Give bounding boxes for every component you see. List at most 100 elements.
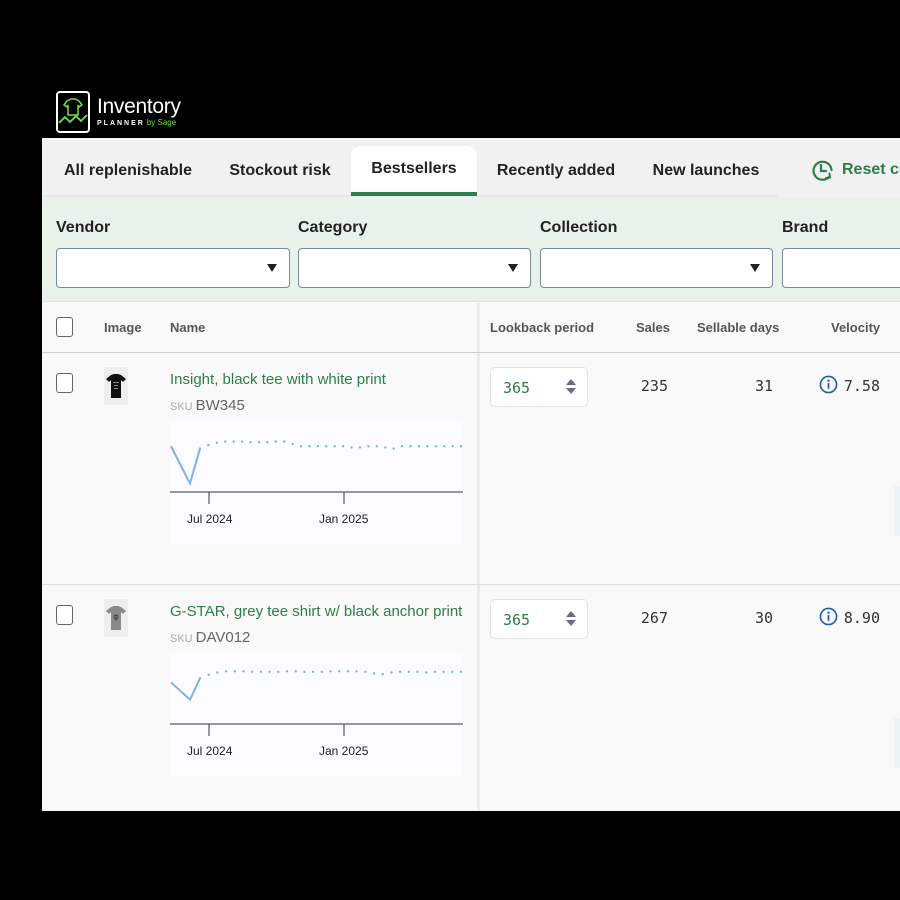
stepper-up-icon[interactable] (566, 611, 576, 617)
vendor-select[interactable] (56, 248, 290, 288)
info-icon[interactable] (819, 375, 838, 394)
sparkline-point (417, 445, 421, 448)
sales-sparkline: Jul 2024 Jan 2025 (170, 420, 463, 545)
sellable-days-value: 30 (754, 609, 773, 627)
column-sellable-days[interactable]: Sellable days (697, 320, 779, 335)
sparkline-point (316, 445, 320, 448)
sparkline-point (451, 445, 454, 448)
row-checkbox[interactable] (56, 605, 73, 625)
product-name-link[interactable]: Insight, black tee with white print (170, 371, 386, 388)
sparkline-point (311, 670, 315, 674)
products-table: Image Name Lookback period Sales Sellabl… (42, 303, 900, 811)
sparkline-point (198, 677, 202, 680)
sparkline-point (303, 670, 306, 674)
sparkline-point (364, 670, 367, 674)
velocity-value: 7.58 (843, 377, 880, 395)
category-select[interactable] (298, 248, 531, 288)
product-name-link[interactable]: G-STAR, grey tee shirt w/ black anchor p… (170, 603, 462, 620)
sparkline-point (459, 670, 463, 674)
tab-new-launches[interactable]: New launches (646, 146, 766, 196)
sparkline-point (426, 445, 429, 448)
sparkline-point (442, 670, 445, 674)
sparkline-point (207, 443, 210, 447)
tab-bestsellers[interactable]: Bestsellers (351, 146, 477, 196)
info-icon[interactable] (819, 607, 838, 626)
sparkline-point (320, 670, 323, 674)
chevron-down-icon (508, 264, 518, 272)
column-velocity[interactable]: Velocity (831, 320, 880, 335)
product-thumbnail[interactable] (104, 599, 128, 637)
logo-subtitle-text: PLANNER (97, 120, 145, 127)
sparkline-point (434, 445, 437, 448)
column-name[interactable]: Name (170, 320, 205, 335)
sales-value: 235 (640, 377, 668, 395)
sparkline-point (282, 440, 286, 443)
logo-by-sage: by Sage (146, 118, 177, 127)
sparkline-point (285, 670, 289, 673)
x-tick-label: Jul 2024 (187, 512, 233, 526)
black-tee-icon (106, 374, 126, 398)
sku-label: SKU (170, 401, 193, 413)
sparkline-point (233, 670, 236, 673)
product-thumbnail[interactable] (104, 367, 128, 405)
grey-tee-icon (106, 606, 126, 630)
sparkline-point (249, 440, 252, 444)
chevron-down-icon (750, 264, 760, 272)
sparkline-point (416, 670, 419, 674)
sales-value: 267 (640, 609, 668, 627)
row-checkbox[interactable] (56, 373, 73, 393)
stepper-up-icon[interactable] (566, 379, 576, 385)
sparkline-point (240, 440, 244, 443)
sparkline-point (198, 447, 202, 450)
x-tick-label: Jan 2025 (319, 744, 369, 758)
sparkline-point (308, 445, 311, 448)
row-side-indicator (894, 718, 900, 768)
brand-select[interactable] (782, 248, 900, 288)
tab-recently-added[interactable]: Recently added (490, 146, 622, 196)
sales-sparkline: Jul 2024 Jan 2025 (170, 652, 463, 777)
sparkline-point (375, 445, 379, 448)
tab-stockout-risk[interactable]: Stockout risk (222, 146, 338, 196)
lookback-value: 365 (503, 379, 531, 397)
product-sku: SKU DAV012 (170, 629, 250, 647)
chevron-down-icon (267, 264, 277, 272)
sparkline-point (291, 442, 294, 446)
tab-all-replenishable[interactable]: All replenishable (56, 146, 200, 196)
sparkline-point (407, 670, 410, 674)
lookback-period-stepper[interactable]: 365 (490, 599, 588, 639)
sparkline-point (350, 446, 353, 449)
sparkline-point (341, 445, 345, 448)
inventory-planner-logo[interactable]: Inventory PLANNER by Sage (56, 91, 181, 133)
column-sales[interactable]: Sales (636, 320, 670, 335)
sparkline-point (442, 445, 446, 448)
sparkline-point (329, 670, 332, 673)
sparkline-point (392, 447, 395, 450)
sparkline-point (355, 670, 358, 673)
stepper-down-icon[interactable] (566, 388, 576, 394)
vendor-label: Vendor (56, 219, 111, 236)
brand-label: Brand (782, 219, 829, 236)
sparkline-point (384, 446, 387, 449)
sparkline-point (294, 670, 297, 673)
logo-title: Inventory (97, 95, 181, 118)
filters-bar: Vendor Category Collection Brand (42, 198, 900, 302)
sparkline-point (338, 670, 341, 673)
sparkline-point (224, 670, 228, 673)
sparkline-point (367, 445, 370, 448)
column-lookback-period[interactable]: Lookback period (490, 320, 594, 335)
sparkline-point (257, 440, 261, 444)
stepper-down-icon[interactable] (566, 620, 576, 626)
lookback-period-stepper[interactable]: 365 (490, 367, 588, 407)
sparkline-solid-series (170, 445, 201, 487)
sparkline-point (433, 670, 437, 674)
sparkline-point (346, 670, 350, 673)
sparkline-point (268, 670, 271, 674)
reset-button[interactable]: Reset cu (812, 158, 900, 182)
collection-select[interactable] (540, 248, 773, 288)
sparkline-point (266, 440, 269, 444)
sku-value: BW345 (195, 397, 245, 414)
select-all-checkbox[interactable] (56, 317, 73, 337)
logo-subtitle: PLANNER by Sage (97, 118, 181, 128)
reset-clock-icon (812, 160, 833, 181)
app-panel: All replenishable Stockout risk Bestsell… (42, 138, 900, 811)
